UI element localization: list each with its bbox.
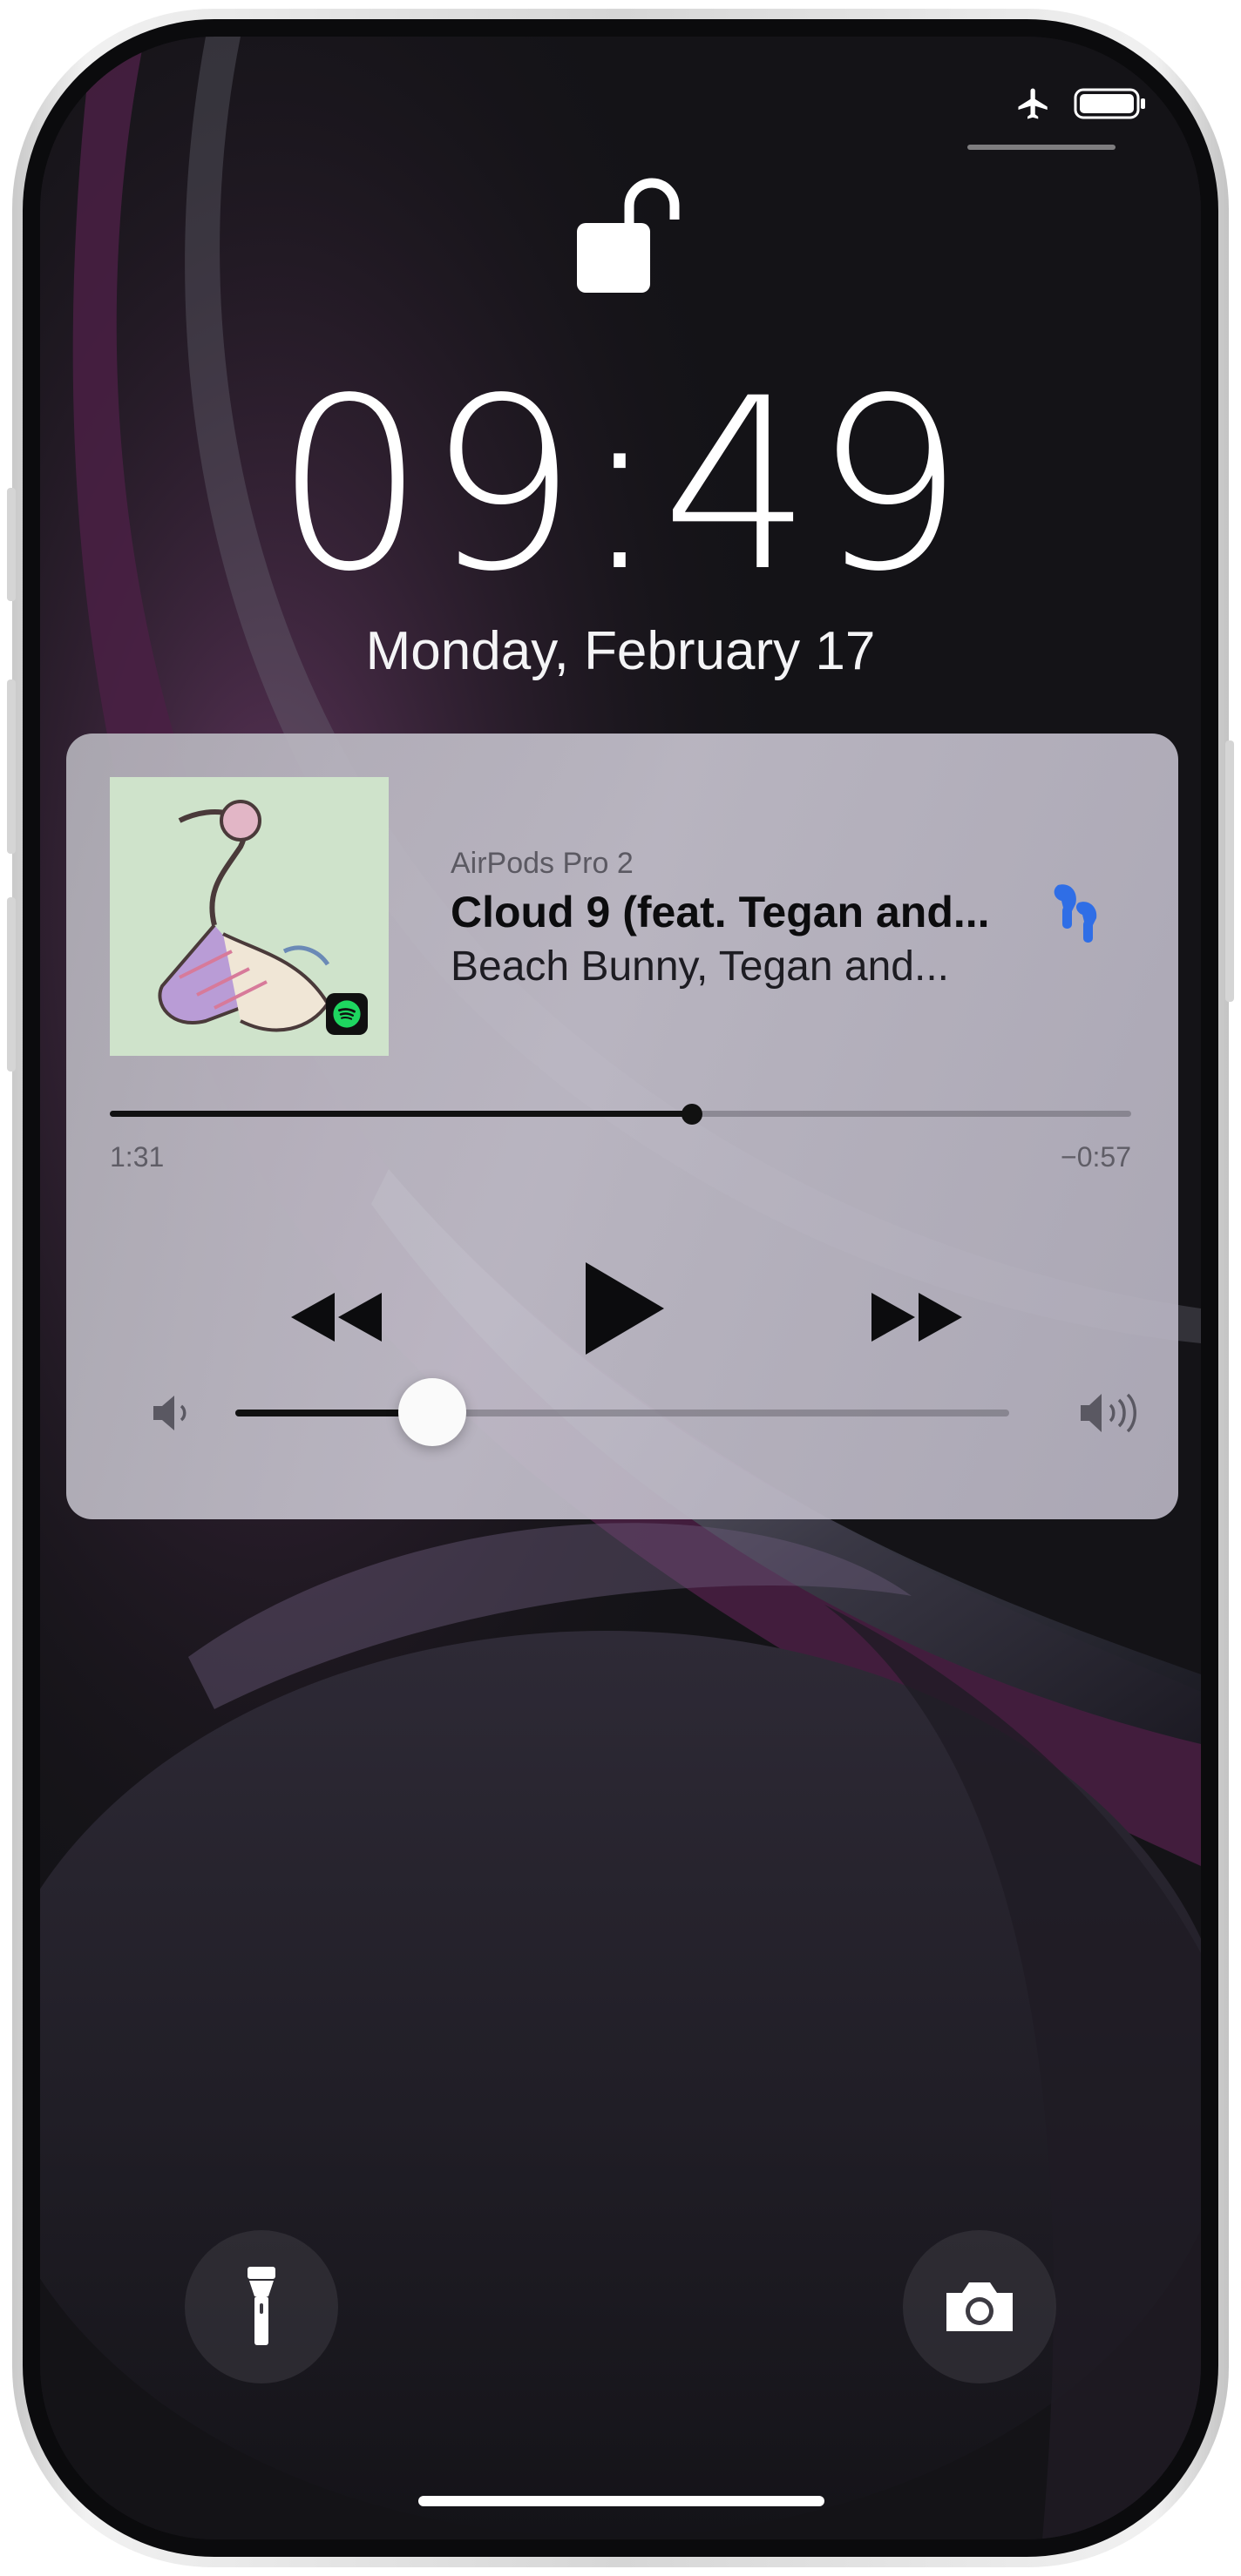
home-indicator[interactable] <box>418 2496 824 2506</box>
status-bar <box>1013 85 1149 122</box>
airpods-icon[interactable] <box>1049 880 1103 948</box>
song-title: Cloud 9 (feat. Tegan and... <box>451 888 990 936</box>
side-button <box>7 488 16 601</box>
spotify-icon <box>326 993 368 1035</box>
flashlight-icon <box>248 2267 275 2345</box>
fast-forward-button[interactable] <box>856 1265 978 1369</box>
playback-progress <box>110 1111 693 1117</box>
playback-scrubber-handle[interactable] <box>682 1104 703 1125</box>
unlocked-padlock-icon <box>577 178 680 293</box>
play-icon <box>586 1262 664 1355</box>
play-button[interactable] <box>563 1247 685 1369</box>
remaining-time: −0:57 <box>1061 1141 1131 1173</box>
clock: 09:49 <box>275 348 966 624</box>
battery-icon <box>1074 88 1145 119</box>
rewind-button[interactable] <box>275 1265 397 1369</box>
volume-low-icon <box>153 1396 186 1430</box>
date: Monday, February 17 <box>365 621 876 681</box>
flashlight-button[interactable] <box>185 2230 338 2383</box>
fast-forward-icon <box>871 1293 962 1342</box>
output-device-name: AirPods Pro 2 <box>451 847 634 880</box>
airplane-icon <box>1018 88 1048 119</box>
now-playing-widget[interactable]: AirPods Pro 2 Cloud 9 (feat. Tegan and..… <box>66 734 1178 1519</box>
volume-up-button <box>7 679 16 854</box>
volume-slider[interactable] <box>235 1378 1009 1446</box>
lock-screen: 09:49 Monday, February 17 AirPods Pro 2 … <box>40 37 1201 2539</box>
power-button <box>1225 740 1234 1002</box>
camera-button[interactable] <box>903 2230 1056 2383</box>
playback-scrubber[interactable] <box>110 1104 1131 1125</box>
volume-high-icon <box>1081 1393 1136 1433</box>
album-artwork[interactable] <box>110 777 389 1056</box>
camera-icon <box>946 2282 1013 2331</box>
rewind-icon <box>291 1293 382 1342</box>
control-center-indicator[interactable] <box>967 145 1116 150</box>
volume-down-button <box>7 897 16 1072</box>
elapsed-time: 1:31 <box>110 1141 165 1173</box>
volume-slider-handle[interactable] <box>398 1378 467 1446</box>
artist-name: Beach Bunny, Tegan and... <box>451 943 949 990</box>
